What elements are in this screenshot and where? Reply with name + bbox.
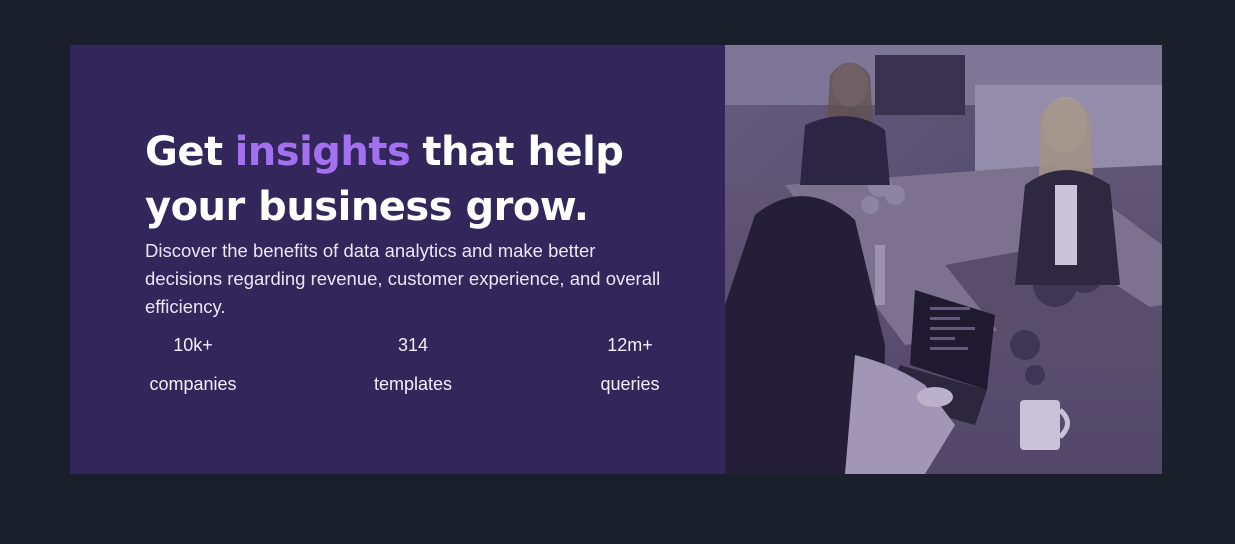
headline-part2: that help [422, 129, 624, 175]
stat-label: templates [373, 374, 453, 394]
office-team-photo [725, 45, 1162, 474]
hero-headline: Get insights that help your business grow. [145, 125, 705, 235]
headline-line2: your business grow. [145, 184, 589, 230]
hero-text-panel: Get insights that help your business grow. … [70, 45, 725, 474]
headline-accent: insights [234, 129, 411, 175]
hero-card: Get insights that help your business grow. … [70, 45, 1162, 474]
stat-templates: 314 templates [365, 333, 461, 396]
stat-value: 12m+ [607, 335, 653, 355]
stat-companies: 10k+ companies [145, 333, 241, 396]
office-photo-illustration [725, 45, 1162, 474]
stat-label: companies [149, 374, 237, 394]
stat-label: queries [600, 374, 660, 394]
stat-queries: 12m+ queries [582, 333, 678, 396]
stat-value: 314 [397, 335, 429, 355]
headline-part1: Get [145, 129, 223, 175]
stat-value: 10k+ [173, 335, 213, 355]
hero-description: Discover the benefits of data analytics … [145, 240, 661, 317]
